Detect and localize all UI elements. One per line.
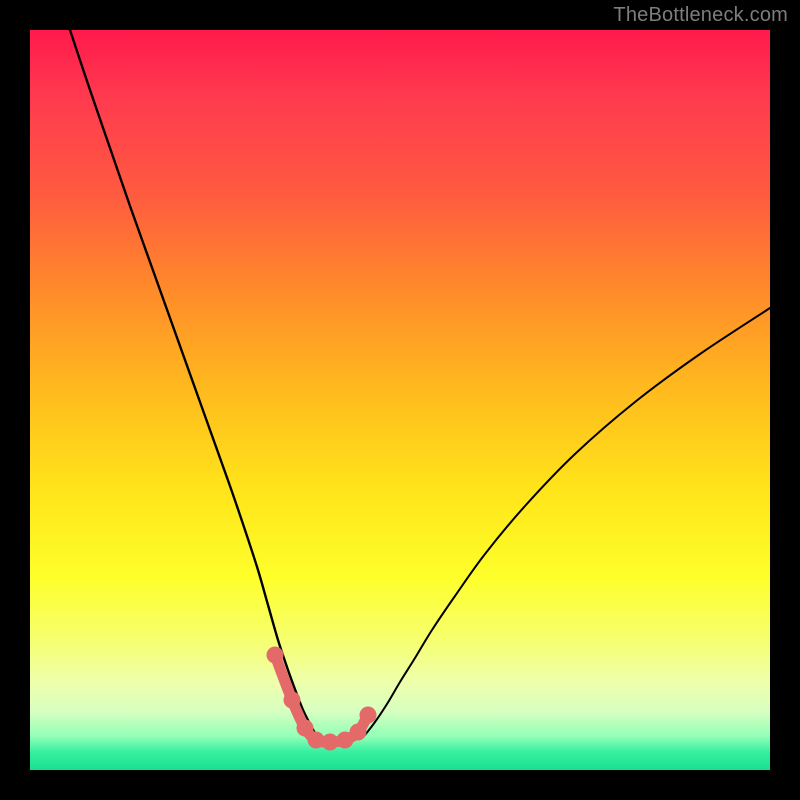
left-curve-path [70,30,316,735]
trough-marker-dot [322,734,339,751]
watermark-text: TheBottleneck.com [613,4,788,27]
trough-marker-dot [350,724,367,741]
curve-overlay-svg [30,30,770,770]
right-curve-path [365,308,770,735]
trough-marker-dot [267,647,284,664]
plot-area [30,30,770,770]
chart-stage: TheBottleneck.com [0,0,800,800]
trough-marker-dot [284,692,301,709]
trough-marker-dot [360,707,377,724]
